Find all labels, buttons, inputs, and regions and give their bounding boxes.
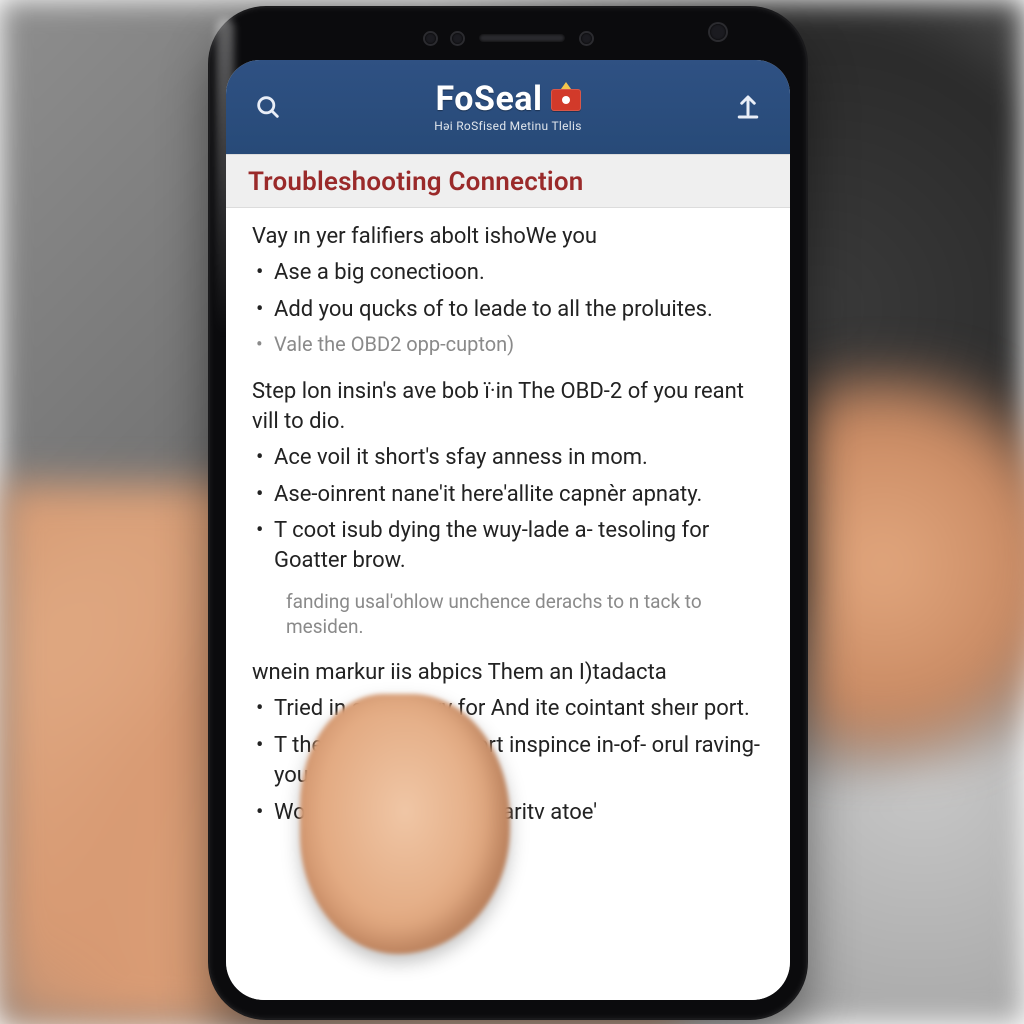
phone-frame: FoSeal Həi RoSfised Metinu Tlelis Troubl… <box>210 8 806 1018</box>
brand-title: FoSeal <box>436 82 543 118</box>
section-title: Troubleshooting Connection <box>248 167 584 197</box>
brand-badge-icon <box>551 89 581 111</box>
brand-block: FoSeal Həi RoSfised Metinu Tlelis <box>304 82 712 132</box>
sensor-dot <box>452 33 463 44</box>
upload-icon <box>733 92 763 122</box>
step1-note: fanding usal'ohlow unchence derachs to n… <box>286 589 766 640</box>
earpiece-speaker <box>479 34 565 42</box>
list-item: Ase-oinrent nane'it here'allite capnèr a… <box>252 480 766 510</box>
section-title-bar: Troubleshooting Connection <box>226 154 790 208</box>
list-item: Ase a big conectioon. <box>252 258 766 288</box>
step-paragraph: Step lon insin's ave bob ї·in The OBD-2 … <box>252 377 766 438</box>
hand-blur-right <box>804 364 1024 764</box>
brand-subtitle: Həi RoSfised Metinu Tlelis <box>434 120 581 133</box>
list-item: Add you qucks of to leade to all the pro… <box>252 295 766 325</box>
list-item: T coot isub dying the wuy-lade a- tesoli… <box>252 516 766 577</box>
search-button[interactable] <box>248 87 288 127</box>
sensor-dot <box>581 33 592 44</box>
app-header: FoSeal Həi RoSfised Metinu Tlelis <box>226 60 790 154</box>
step1-list: Ace voil it short's sfay anness in mom. … <box>252 443 766 576</box>
sensor-dot <box>425 33 436 44</box>
phone-sensors <box>378 26 638 50</box>
upload-button[interactable] <box>728 87 768 127</box>
intro-list: Ase a big conectioon. Add you qucks of t… <box>252 258 766 358</box>
intro-paragraph: Vay ın yer falifiers abolt ishoWe you <box>252 222 766 252</box>
step2-paragraph: wnein markur iis abpics Them an I)tadact… <box>252 658 766 688</box>
scroll-fade <box>226 940 790 1000</box>
brand-row: FoSeal <box>436 82 581 118</box>
front-camera <box>710 24 726 40</box>
list-item-note: Vale the OBD2 opp-cupton) <box>252 331 766 359</box>
search-icon <box>254 93 282 121</box>
list-item: Ace voil it short's sfay anness in mom. <box>252 443 766 473</box>
thumb-overlay <box>300 694 510 954</box>
